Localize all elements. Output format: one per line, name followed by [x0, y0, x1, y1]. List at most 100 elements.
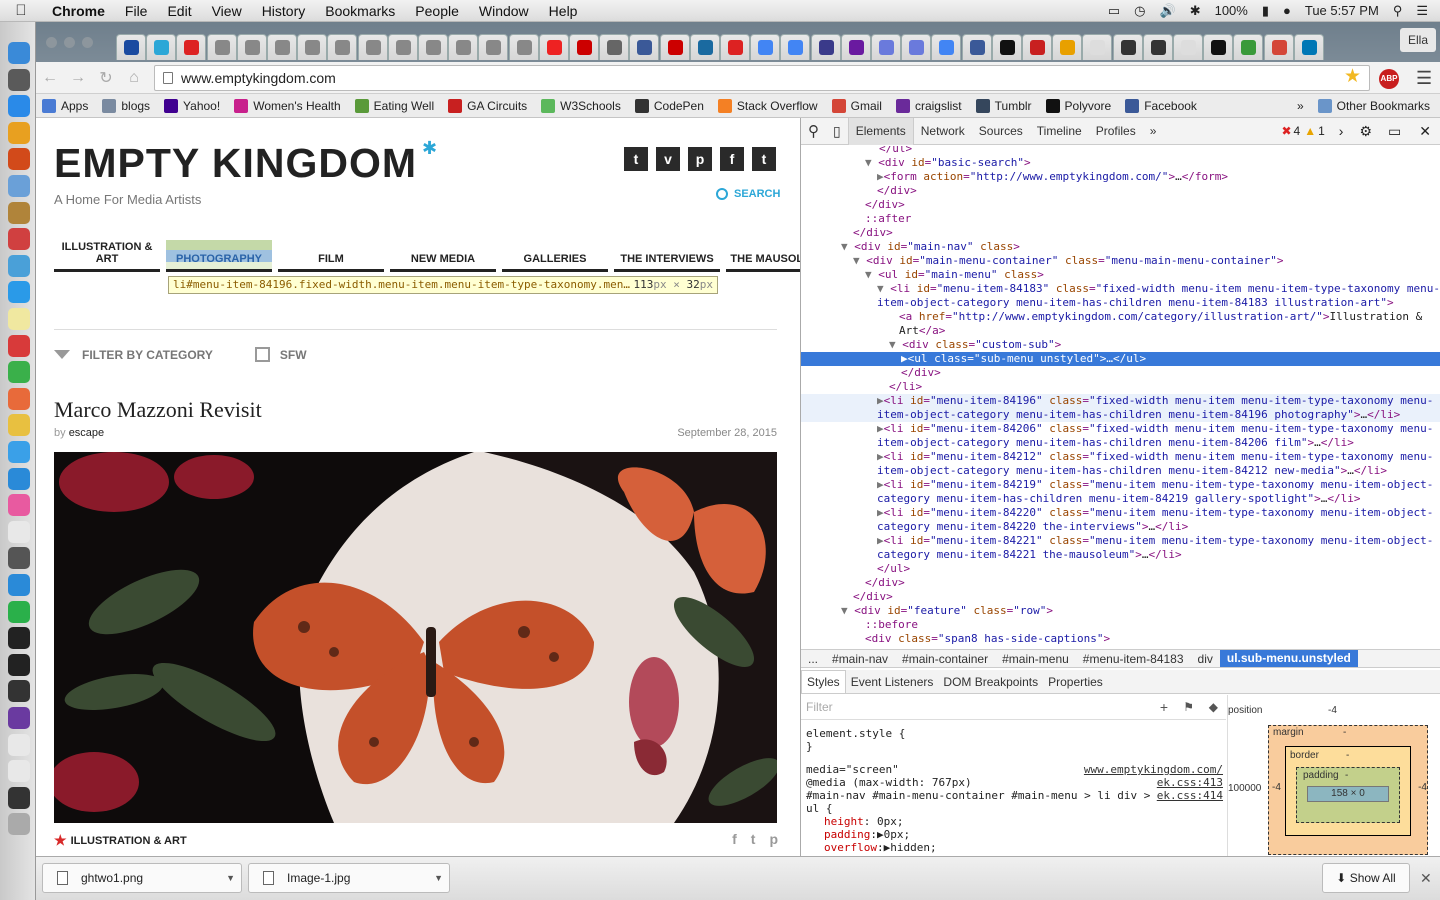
- browser-tab[interactable]: [267, 34, 297, 60]
- tab-network[interactable]: Network: [914, 118, 972, 145]
- browser-tab[interactable]: [901, 34, 932, 60]
- dom-line[interactable]: </div>: [801, 184, 1440, 198]
- toggle-element-state-icon[interactable]: ⚑: [1183, 700, 1194, 714]
- tab-dom-breakpoints[interactable]: DOM Breakpoints: [938, 675, 1043, 689]
- tab-elements[interactable]: Elements: [847, 117, 914, 145]
- breadcrumb-item[interactable]: #main-nav: [825, 652, 895, 666]
- site-logo[interactable]: EMPTY KINGDOM: [54, 140, 417, 187]
- dock-app-icon[interactable]: [8, 121, 30, 144]
- app-menu[interactable]: Chrome: [42, 3, 115, 19]
- wifi-icon[interactable]: ●: [1283, 3, 1291, 18]
- tab-sources[interactable]: Sources: [972, 118, 1030, 145]
- post-category[interactable]: ★ ILLUSTRATION & ART: [54, 832, 187, 849]
- bookmark-item[interactable]: Polyvore: [1045, 98, 1111, 113]
- bookmark-item[interactable]: Gmail: [831, 98, 882, 113]
- menu-history[interactable]: History: [252, 3, 316, 19]
- caret-down-icon[interactable]: [54, 350, 70, 359]
- vimeo-icon[interactable]: v: [656, 147, 680, 171]
- browser-tab[interactable]: [176, 34, 207, 60]
- bluetooth-icon[interactable]: ✱: [1190, 3, 1201, 19]
- browser-tab[interactable]: [508, 34, 539, 60]
- profile-button[interactable]: Ella: [1400, 28, 1436, 52]
- bookmark-item[interactable]: craigslist: [895, 98, 962, 113]
- dom-line[interactable]: ▼ <li id="menu-item-84183" class="fixed-…: [801, 282, 1440, 296]
- menu-people[interactable]: People: [405, 3, 469, 19]
- bookmark-item[interactable]: blogs: [102, 98, 150, 113]
- dom-line[interactable]: ▶<li id="menu-item-84220" class="menu-it…: [801, 506, 1440, 520]
- nav-the-interviews[interactable]: THE INTERVIEWS: [614, 240, 720, 272]
- dom-line[interactable]: </div>: [801, 646, 1440, 648]
- dock-app-icon[interactable]: [8, 42, 30, 64]
- dom-line[interactable]: <div class="span8 has-side-captions">: [801, 632, 1440, 646]
- dom-line[interactable]: </div>: [801, 198, 1440, 212]
- dock-app-icon[interactable]: [8, 627, 30, 650]
- browser-tab[interactable]: [720, 34, 750, 60]
- dock-app-icon[interactable]: [8, 494, 30, 517]
- home-icon[interactable]: ⌂: [120, 69, 148, 87]
- dock-app-icon[interactable]: [8, 680, 30, 703]
- settings-icon[interactable]: ⚙: [1351, 123, 1380, 140]
- dock-app-icon[interactable]: [8, 361, 30, 384]
- browser-tab[interactable]: [810, 34, 841, 60]
- twitter-icon[interactable]: t: [752, 147, 776, 171]
- clock[interactable]: Tue 5:57 PM: [1305, 3, 1379, 18]
- sfw-toggle[interactable]: SFW: [254, 347, 307, 362]
- menu-view[interactable]: View: [202, 3, 252, 19]
- inspect-icon[interactable]: ⚲: [801, 118, 826, 145]
- dom-line[interactable]: ▼ <div class="custom-sub">: [801, 338, 1440, 352]
- rule-selector[interactable]: #main-nav #main-menu-container #main-men…: [806, 789, 1150, 802]
- dom-line[interactable]: ▶<li id="menu-item-84206" class="fixed-w…: [801, 422, 1440, 436]
- source-link[interactable]: ek.css:414: [1157, 789, 1223, 802]
- source-link[interactable]: www.emptykingdom.com/: [1084, 763, 1223, 776]
- bookmark-star-icon[interactable]: ★: [1344, 65, 1361, 88]
- post-title[interactable]: Marco Mazzoni Revisit: [54, 397, 262, 423]
- warning-count[interactable]: 1: [1316, 124, 1331, 138]
- other-bookmarks[interactable]: Other Bookmarks: [1317, 98, 1430, 113]
- facebook-icon[interactable]: f: [720, 147, 744, 171]
- nav-illustration-art[interactable]: ILLUSTRATION & ART: [54, 240, 160, 272]
- tab-properties[interactable]: Properties: [1043, 675, 1108, 689]
- browser-tab[interactable]: [478, 34, 509, 60]
- post-author[interactable]: escape: [69, 427, 104, 439]
- dock-app-icon[interactable]: [8, 387, 30, 410]
- time-machine-icon[interactable]: ◷: [1134, 3, 1145, 19]
- error-count[interactable]: 4: [1292, 124, 1305, 138]
- style-property[interactable]: padding:▶0px;: [824, 828, 910, 841]
- bm-border[interactable]: border - padding - 158 × 0: [1285, 746, 1411, 836]
- more-bookmarks-icon[interactable]: »: [1297, 99, 1304, 113]
- browser-tab[interactable]: [206, 34, 237, 60]
- browser-tab[interactable]: [146, 34, 177, 60]
- airplay-icon[interactable]: ▭: [1108, 3, 1120, 19]
- chevron-down-icon[interactable]: ▼: [226, 864, 235, 892]
- dock-app-icon[interactable]: [8, 95, 30, 118]
- notification-center-icon[interactable]: ☰: [1416, 3, 1428, 19]
- breadcrumb-item[interactable]: ...: [801, 652, 825, 666]
- dom-line[interactable]: item-object-category menu-item-has-child…: [801, 436, 1440, 450]
- share-facebook-icon[interactable]: f: [732, 831, 737, 847]
- dock-app-icon[interactable]: [8, 653, 30, 676]
- menu-help[interactable]: Help: [539, 3, 588, 19]
- chrome-menu-icon[interactable]: ☰: [1416, 68, 1432, 89]
- device-mode-icon[interactable]: ▯: [826, 118, 848, 145]
- browser-tab[interactable]: [448, 34, 479, 60]
- browser-tab[interactable]: [1112, 34, 1143, 60]
- browser-tab[interactable]: [327, 34, 358, 60]
- close-devtools-icon[interactable]: ✕: [1409, 123, 1440, 140]
- browser-tab[interactable]: [357, 34, 388, 60]
- dom-line[interactable]: </ul>: [801, 146, 1440, 156]
- dock-app-icon[interactable]: [8, 414, 30, 437]
- color-format-icon[interactable]: ◆: [1209, 700, 1218, 714]
- browser-tab[interactable]: [931, 34, 962, 60]
- volume-icon[interactable]: 🔊: [1160, 3, 1176, 19]
- browser-tab[interactable]: [599, 34, 630, 60]
- sfw-checkbox[interactable]: [254, 347, 270, 362]
- dock-side-icon[interactable]: ▭: [1380, 123, 1409, 140]
- breadcrumb-item[interactable]: #menu-item-84183: [1076, 652, 1191, 666]
- dom-line-hover[interactable]: ▶<li id="menu-item-84196" class="fixed-w…: [801, 394, 1440, 408]
- browser-tab[interactable]: [1052, 34, 1083, 60]
- bookmark-item[interactable]: Tumblr: [975, 98, 1032, 113]
- dock-app-icon[interactable]: [8, 786, 30, 809]
- dock-app-icon[interactable]: [8, 175, 30, 197]
- dock-app-icon[interactable]: [8, 520, 30, 543]
- nav-the-mausoleum[interactable]: THE MAUSOLEUM: [726, 240, 800, 272]
